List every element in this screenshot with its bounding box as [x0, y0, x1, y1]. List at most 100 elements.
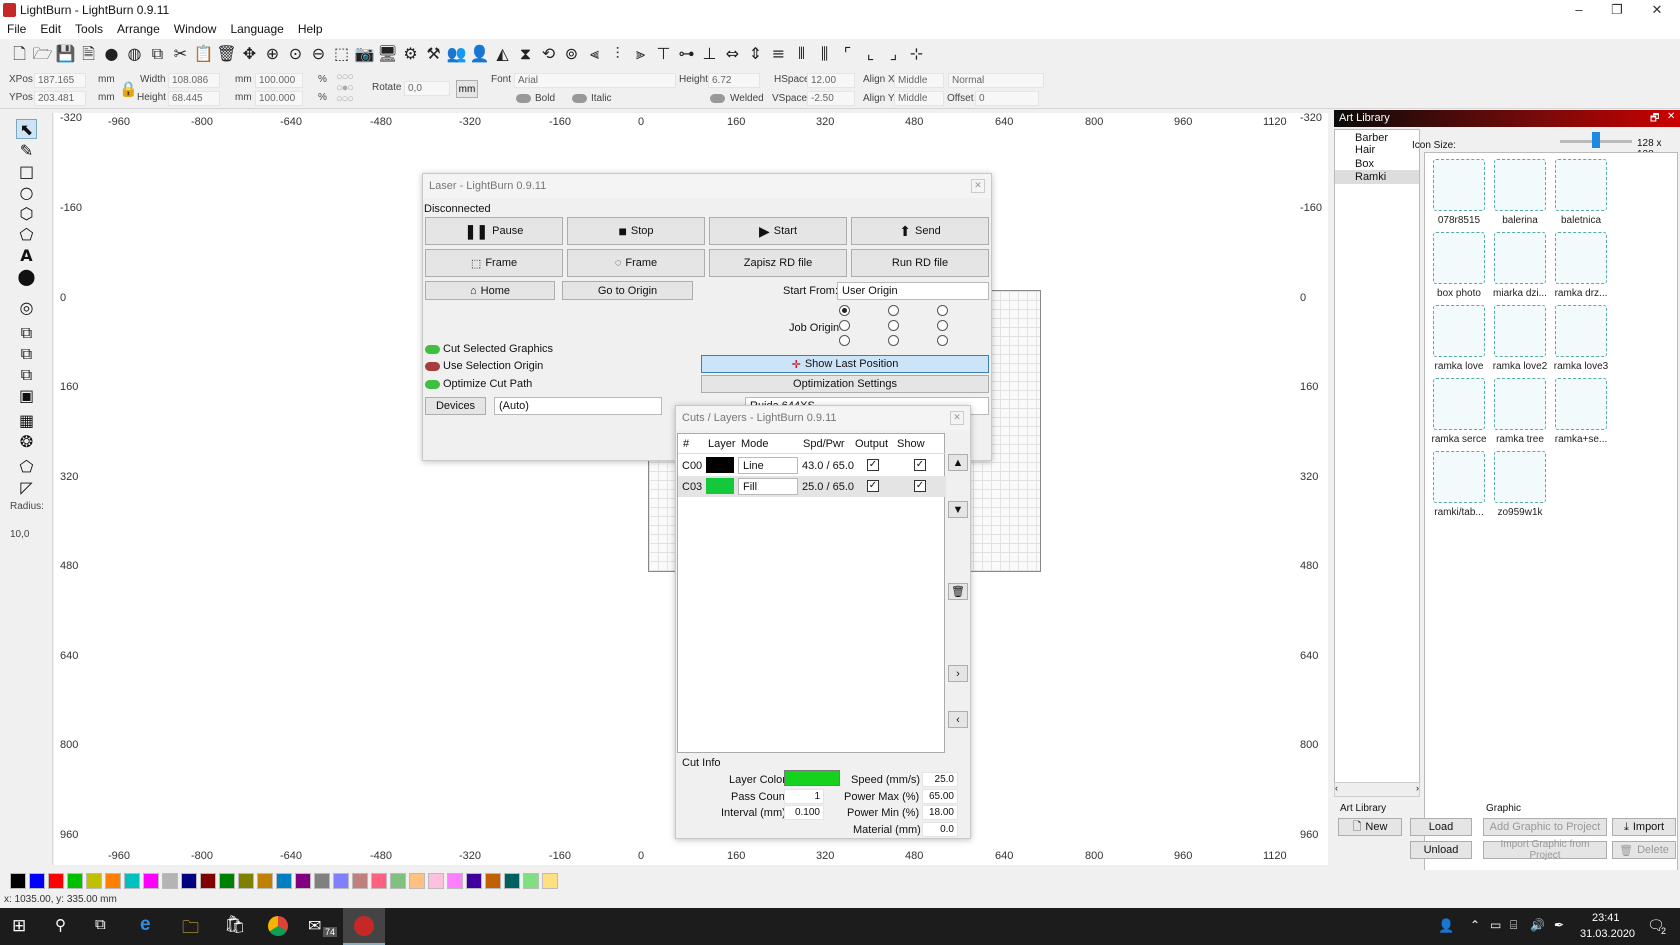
- rectangle-tool-icon[interactable]: □: [16, 162, 37, 182]
- search-icon[interactable]: ⚲: [55, 916, 66, 934]
- battery-icon[interactable]: ▭: [1490, 918, 1501, 932]
- art-item[interactable]: 078r8515: [1429, 159, 1489, 226]
- art-item[interactable]: miarka dzi...: [1490, 232, 1550, 299]
- art-item[interactable]: balerina: [1490, 159, 1550, 226]
- job-origin-bottom-right[interactable]: [937, 335, 948, 346]
- palette-swatch[interactable]: [181, 873, 197, 889]
- art-close-icon[interactable]: ✕: [1667, 111, 1675, 122]
- tray-chevron-icon[interactable]: ⌃: [1470, 918, 1480, 932]
- text-tool-icon[interactable]: A: [16, 246, 37, 266]
- rotate-input[interactable]: 0,0: [404, 81, 450, 96]
- close-button[interactable]: ✕: [1634, 0, 1680, 21]
- ungroup-icon[interactable]: 👤: [469, 44, 490, 65]
- interval-input[interactable]: 0.100: [784, 805, 824, 820]
- art-item[interactable]: ramka love: [1429, 305, 1489, 372]
- edge-browser-icon[interactable]: e: [140, 914, 151, 936]
- font-select[interactable]: Arial: [514, 73, 676, 88]
- save-icon[interactable]: 💾: [55, 44, 76, 65]
- folder-item-selected[interactable]: Ramki: [1335, 170, 1419, 184]
- job-origin-middle-center[interactable]: [888, 320, 899, 331]
- art-item[interactable]: ramka love3: [1551, 305, 1611, 372]
- hspace-input[interactable]: 12.00: [807, 73, 855, 88]
- palette-swatch[interactable]: [143, 873, 159, 889]
- volume-icon[interactable]: 🔊: [1530, 918, 1545, 932]
- circular-array-icon[interactable]: ❂: [16, 432, 37, 452]
- palette-swatch[interactable]: [162, 873, 178, 889]
- radius-input[interactable]: 10,0: [10, 529, 29, 540]
- offset-tool-icon[interactable]: ◎: [16, 298, 37, 318]
- line-tool-icon[interactable]: ⬠: [16, 225, 37, 245]
- align-top-icon[interactable]: ⊤: [653, 44, 674, 65]
- move-layer-up-icon[interactable]: ▲: [948, 454, 968, 471]
- zoom-selection-icon[interactable]: ⬚: [331, 44, 352, 65]
- chevron-left-icon[interactable]: ‹: [948, 711, 968, 728]
- palette-swatch[interactable]: [48, 873, 64, 889]
- node-icon[interactable]: ⌟: [883, 44, 904, 65]
- ypos-input[interactable]: 203.481: [34, 91, 86, 106]
- palette-swatch[interactable]: [371, 873, 387, 889]
- scale-width-input[interactable]: 100.000: [255, 73, 303, 88]
- speed-input[interactable]: 25.0: [922, 772, 958, 787]
- xpos-input[interactable]: 187.165: [34, 73, 86, 88]
- folder-scrollbar[interactable]: ‹ ›: [1334, 782, 1420, 797]
- lock-icon[interactable]: 🔒: [119, 80, 138, 98]
- space-h-icon[interactable]: ≡: [768, 44, 789, 65]
- distribute-h-icon[interactable]: ⇔: [722, 44, 743, 65]
- italic-toggle[interactable]: [572, 94, 587, 103]
- align-right-icon[interactable]: ⫸: [630, 44, 651, 65]
- palette-swatch[interactable]: [219, 873, 235, 889]
- path-icon[interactable]: ⌞: [860, 44, 881, 65]
- boolean-union-icon[interactable]: ⧉: [16, 344, 37, 364]
- mail-icon[interactable]: ✉: [308, 916, 321, 936]
- devices-button[interactable]: Devices: [425, 397, 486, 415]
- save-rd-button[interactable]: Zapisz RD file: [709, 249, 847, 277]
- menu-edit[interactable]: Edit: [33, 20, 68, 38]
- space-v-icon[interactable]: ⦀: [791, 44, 812, 65]
- align-hcenter-icon[interactable]: ⫶: [607, 44, 628, 65]
- vspace-input[interactable]: -2.50: [807, 91, 855, 106]
- corner-fillet-icon[interactable]: ◸: [16, 478, 37, 498]
- settings-gear-icon[interactable]: ⚙: [400, 44, 421, 65]
- ellipse-tool-icon[interactable]: ○: [16, 183, 37, 203]
- palette-swatch[interactable]: [542, 873, 558, 889]
- cut-icon[interactable]: ✂: [170, 44, 191, 65]
- chevron-right-icon[interactable]: ›: [948, 665, 968, 682]
- distribute-v-icon[interactable]: ⇕: [745, 44, 766, 65]
- optimize-cut-path-toggle[interactable]: [425, 380, 440, 389]
- palette-swatch[interactable]: [314, 873, 330, 889]
- art-item[interactable]: ramka tree: [1490, 378, 1550, 445]
- camera-icon[interactable]: 📷: [354, 44, 375, 65]
- corner-round-icon[interactable]: ⬠: [16, 457, 37, 477]
- mirror-icon[interactable]: ⧗: [515, 44, 536, 65]
- palette-swatch[interactable]: [504, 873, 520, 889]
- art-undock-icon[interactable]: 🗗: [1650, 111, 1659, 128]
- polygon-tool-icon[interactable]: ⬡: [16, 204, 37, 224]
- anchor-grid-icon[interactable]: ○○○ ○●○ ○○○: [336, 72, 354, 105]
- import-button[interactable]: ⤓ Import: [1612, 818, 1676, 836]
- palette-swatch[interactable]: [105, 873, 121, 889]
- art-item[interactable]: ramki/tab...: [1429, 451, 1489, 518]
- palette-swatch[interactable]: [466, 873, 482, 889]
- aligny-select[interactable]: Middle: [894, 91, 944, 106]
- text-mode-select[interactable]: Normal: [948, 73, 1044, 88]
- palette-swatch[interactable]: [409, 873, 425, 889]
- art-item[interactable]: ramka love2: [1490, 305, 1550, 372]
- palette-swatch[interactable]: [295, 873, 311, 889]
- bold-toggle[interactable]: [516, 94, 531, 103]
- power-min-input[interactable]: 18.00: [922, 805, 958, 820]
- layer-output-checkbox[interactable]: ✓: [867, 459, 879, 471]
- folder-item[interactable]: Box: [1335, 158, 1419, 170]
- palette-swatch[interactable]: [428, 873, 444, 889]
- laser-close-icon[interactable]: ✕: [971, 179, 985, 193]
- palette-swatch[interactable]: [276, 873, 292, 889]
- art-item[interactable]: ramka+se...: [1551, 378, 1611, 445]
- home-button[interactable]: ⌂ Home: [425, 281, 555, 300]
- cut-selected-toggle[interactable]: [425, 345, 440, 354]
- job-origin-top-left[interactable]: [839, 305, 850, 316]
- people-icon[interactable]: 👤: [1438, 918, 1454, 934]
- menu-window[interactable]: Window: [167, 20, 224, 38]
- unload-library-button[interactable]: Unload: [1410, 841, 1472, 859]
- job-origin-bottom-left[interactable]: [839, 335, 850, 346]
- menu-arrange[interactable]: Arrange: [110, 20, 167, 38]
- file-explorer-icon[interactable]: 🗀: [182, 915, 199, 944]
